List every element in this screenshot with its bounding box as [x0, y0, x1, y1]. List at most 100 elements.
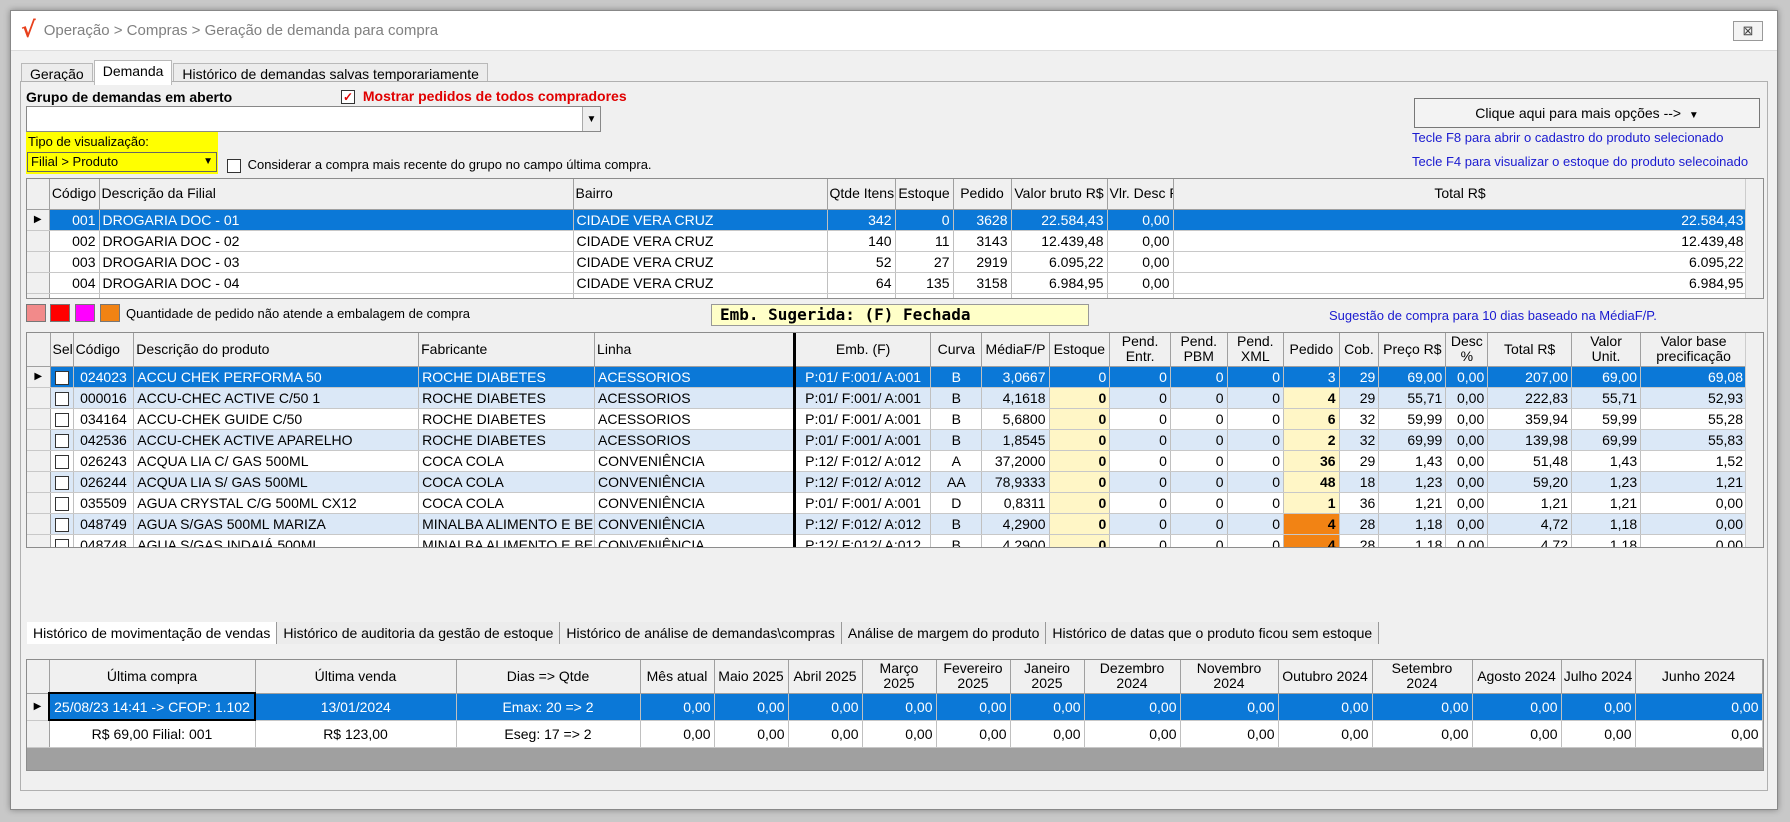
col-header-cob[interactable]: Cob. [1339, 333, 1380, 367]
row-select-checkbox[interactable] [54, 496, 69, 511]
col-header-ultima-compra[interactable]: Última compra [49, 660, 256, 694]
col-header-dias-qtde[interactable]: Dias => Qtde [456, 660, 641, 694]
consider-checkbox[interactable] [227, 158, 241, 173]
col-header-vlr-desc-r[interactable]: Vlr. Desc R$ [1107, 179, 1174, 210]
select-cell[interactable] [50, 366, 74, 388]
show-all-buyers[interactable]: ✓ Mostrar pedidos de todos compradores [341, 88, 627, 105]
col-header-codigo[interactable]: Código [49, 179, 100, 210]
select-cell[interactable] [50, 513, 74, 535]
consider-recent[interactable]: Considerar a compra mais recente do grup… [227, 157, 652, 173]
col-header-linha[interactable]: Linha [594, 333, 797, 367]
product-row[interactable]: 042536 ACCU-CHEK ACTIVE APARELHO ROCHE DIA… [27, 429, 1747, 451]
product-row[interactable]: ▶ 024023 ACCU CHEK PERFORMA 50 ROCHE DIABET… [27, 366, 1747, 388]
col-header-estoque[interactable]: Estoque [895, 179, 954, 210]
col-header-junho-2024[interactable]: Junho 2024 [1635, 660, 1763, 694]
col-header-valor-bruto-r[interactable]: Valor bruto R$ [1011, 179, 1108, 210]
select-cell[interactable] [50, 450, 74, 472]
col-header-sel[interactable]: Sel [50, 333, 74, 367]
col-header-dezembro-2024[interactable]: Dezembro 2024 [1084, 660, 1181, 694]
select-cell[interactable] [50, 534, 74, 547]
bottom-tab-5[interactable]: Histórico de datas que o produto ficou s… [1046, 622, 1380, 644]
branch-row[interactable]: 005DROGARIA DOC - 05CIDADE VERA CRUZ7594… [27, 293, 1748, 298]
col-header-pedido[interactable]: Pedido [1283, 333, 1340, 367]
branch-row[interactable]: 002 DROGARIA DOC - 02 CIDADE VERA CRUZ 140 1… [27, 230, 1748, 252]
history-row[interactable]: ▶ 25/08/23 14:41 -> CFOP: 1.102 13/01/2024… [27, 692, 1763, 721]
col-header-pend-xml[interactable]: Pend. XML [1227, 333, 1285, 367]
col-header-desc[interactable]: Desc % [1445, 333, 1489, 367]
bottom-tab-2[interactable]: Histórico de auditoria da gestão de esto… [277, 622, 561, 644]
branch-grid[interactable]: Código Descrição da Filial Bairro Qtde Iten… [26, 178, 1764, 299]
col-header-mediaf-p[interactable]: MédiaF/P [981, 333, 1050, 367]
col-header-pend-pbm[interactable]: Pend. PBM [1170, 333, 1228, 367]
col-header-total-r[interactable]: Total R$ [1173, 179, 1748, 210]
bottom-tab-3[interactable]: Histórico de análise de demandas\compras [560, 622, 842, 644]
product-row[interactable]: 035509 AGUA CRYSTAL C/G 500ML CX12 COCA CO… [27, 492, 1747, 514]
group-select[interactable]: ▼ [26, 106, 601, 132]
select-cell[interactable] [50, 429, 74, 451]
close-button[interactable]: ⊠ [1733, 21, 1763, 41]
branch-row[interactable]: ▶ 001 DROGARIA DOC - 01 CIDADE VERA CRUZ 342… [27, 209, 1748, 231]
col-header-pedido[interactable]: Pedido [953, 179, 1012, 210]
col-header-setembro-2024[interactable]: Setembro 2024 [1372, 660, 1473, 694]
product-cell: 1,18 [1571, 513, 1642, 535]
product-grid[interactable]: Sel Código Descrição do produto Fabricante L… [26, 332, 1764, 548]
show-all-checkbox[interactable]: ✓ [341, 90, 355, 105]
col-header-fevereiro-2025[interactable]: Fevereiro 2025 [936, 660, 1011, 694]
product-row[interactable]: 048748 AGUA S/GAS INDAIÁ 500ML MINALBA ALI… [27, 534, 1747, 547]
col-header-emb-f[interactable]: Emb. (F) [794, 333, 932, 367]
row-select-checkbox[interactable] [54, 412, 69, 427]
col-header-outubro-2024[interactable]: Outubro 2024 [1278, 660, 1373, 694]
col-header-janeiro-2025[interactable]: Janeiro 2025 [1010, 660, 1085, 694]
history-row[interactable]: R$ 69,00 Filial: 001 R$ 123,00 Eseg: 17 =>… [27, 720, 1763, 748]
row-select-checkbox[interactable] [54, 517, 69, 532]
col-header-total-r[interactable]: Total R$ [1487, 333, 1572, 367]
tab-demanda[interactable]: Demanda [93, 60, 173, 85]
col-header-mes-atual[interactable]: Mês atual [640, 660, 715, 694]
select-cell[interactable] [50, 387, 74, 409]
chevron-down-icon[interactable]: ▼ [582, 107, 600, 131]
col-header-abril-2025[interactable]: Abril 2025 [788, 660, 863, 694]
col-header-novembro-2024[interactable]: Novembro 2024 [1180, 660, 1279, 694]
col-header-ultima-venda[interactable]: Última venda [255, 660, 457, 694]
history-grid[interactable]: Última compra Última venda Dias => Qtde Mês… [26, 659, 1764, 771]
select-cell[interactable] [50, 408, 74, 430]
col-header-agosto-2024[interactable]: Agosto 2024 [1472, 660, 1562, 694]
row-select-checkbox[interactable] [54, 454, 69, 469]
product-row[interactable]: 026243 ACQUA LIA C/ GAS 500ML COCA COLA CON… [27, 450, 1747, 472]
col-header-estoque[interactable]: Estoque [1049, 333, 1111, 367]
col-header-bairro[interactable]: Bairro [573, 179, 828, 210]
branch-scrollbar[interactable] [1745, 179, 1763, 298]
product-row[interactable]: 026244 ACQUA LIA S/ GAS 500ML COCA COLA CON… [27, 471, 1747, 493]
bottom-tab-4[interactable]: Análise de margem do produto [841, 622, 1047, 644]
bottom-tab-1[interactable]: Histórico de movimentação de vendas [27, 622, 278, 644]
view-type-select[interactable]: Filial > Produto ▼ [27, 152, 217, 172]
product-row[interactable]: 034164 ACCU-CHEK GUIDE C/50 ROCHE DIABETES… [27, 408, 1747, 430]
product-row[interactable]: 048749 AGUA S/GAS 500ML MARIZA MINALBA ALI… [27, 513, 1747, 535]
branch-row[interactable]: 004 DROGARIA DOC - 04 CIDADE VERA CRUZ 64 13… [27, 272, 1748, 294]
col-header-descricao-do-produto[interactable]: Descrição do produto [133, 333, 420, 367]
row-select-checkbox[interactable] [54, 370, 69, 385]
row-select-checkbox[interactable] [54, 538, 69, 547]
col-header-fabricante[interactable]: Fabricante [418, 333, 596, 367]
branch-row[interactable]: 003 DROGARIA DOC - 03 CIDADE VERA CRUZ 52 27… [27, 251, 1748, 273]
col-header-descricao-da-filial[interactable]: Descrição da Filial [99, 179, 574, 210]
more-options-button[interactable]: Clique aqui para mais opções --> ▼ [1414, 98, 1760, 128]
col-header-pend-entr[interactable]: Pend. Entr. [1109, 333, 1171, 367]
chevron-down-icon[interactable]: ▼ [203, 153, 213, 171]
product-scrollbar[interactable] [1745, 333, 1763, 547]
col-header-qtde-itens[interactable]: Qtde Itens [827, 179, 896, 210]
col-header-valor-unit[interactable]: Valor Unit. [1571, 333, 1642, 367]
col-header-valor-base-precificacao[interactable]: Valor base precificação [1640, 333, 1747, 367]
row-select-checkbox[interactable] [54, 433, 69, 448]
col-header-preco-r[interactable]: Preço R$ [1378, 333, 1447, 367]
row-select-checkbox[interactable] [54, 391, 69, 406]
row-select-checkbox[interactable] [54, 475, 69, 490]
col-header-codigo[interactable]: Código [73, 333, 135, 367]
col-header-julho-2024[interactable]: Julho 2024 [1561, 660, 1636, 694]
col-header-maio-2025[interactable]: Maio 2025 [714, 660, 789, 694]
col-header-marco-2025[interactable]: Março 2025 [862, 660, 937, 694]
col-header-curva[interactable]: Curva [930, 333, 983, 367]
product-row[interactable]: 000016 ACCU-CHEC ACTIVE C/50 1 ROCHE DIABE… [27, 387, 1747, 409]
select-cell[interactable] [50, 471, 74, 493]
select-cell[interactable] [50, 492, 74, 514]
